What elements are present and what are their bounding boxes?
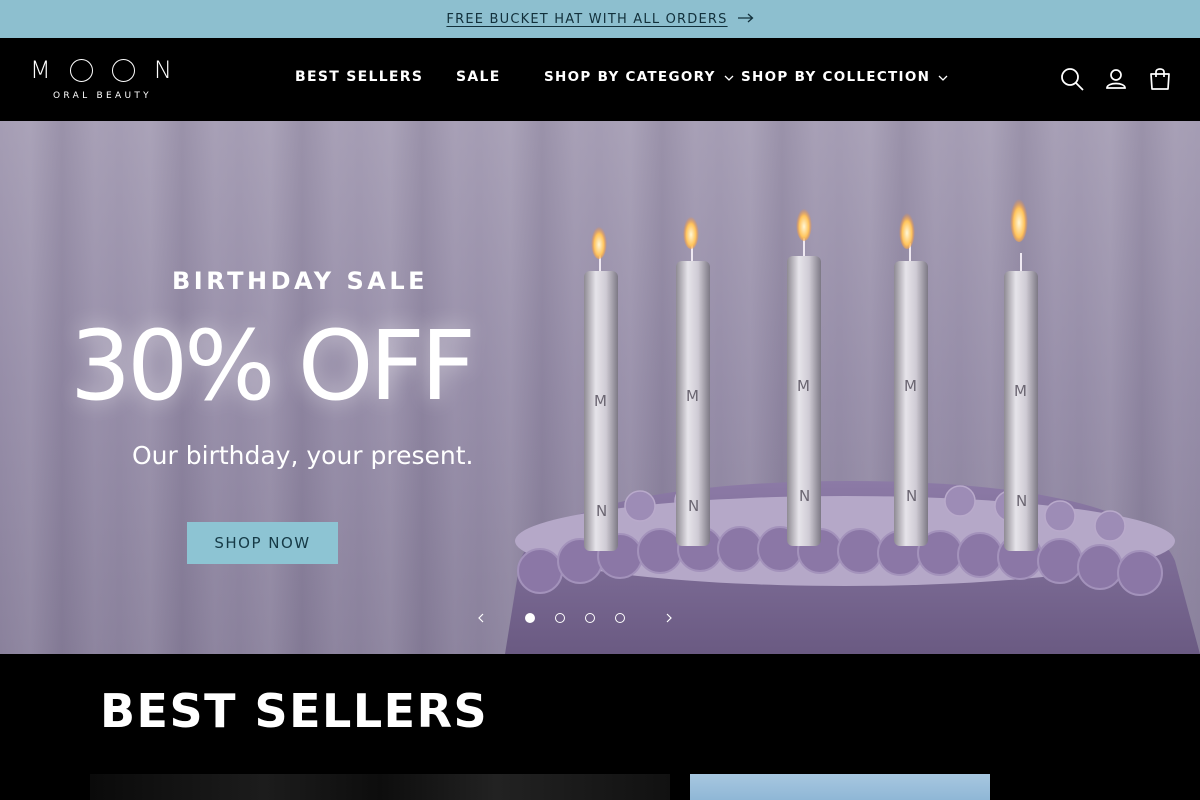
slide-dot-4[interactable]	[615, 613, 625, 623]
arrow-right-icon	[737, 12, 754, 27]
svg-text:N: N	[688, 497, 699, 515]
nav-label: BEST SELLERS	[295, 69, 424, 85]
nav-best-sellers[interactable]: BEST SELLERS	[295, 69, 423, 85]
svg-text:M: M	[594, 392, 607, 410]
nav-shop-by-category[interactable]: SHOP BY CATEGORY	[544, 69, 734, 85]
nav-label: SHOP BY CATEGORY	[544, 69, 716, 85]
cart-icon[interactable]	[1147, 66, 1173, 92]
slide-dot-1[interactable]	[525, 613, 535, 623]
svg-text:N: N	[596, 502, 607, 520]
best-sellers-heading: BEST SELLERS	[100, 684, 489, 738]
chevron-down-icon	[724, 69, 734, 85]
svg-text:M: M	[686, 387, 699, 405]
product-image[interactable]	[90, 774, 670, 800]
product-image[interactable]	[690, 774, 990, 800]
svg-text:N: N	[799, 487, 810, 505]
hero-title: 30% OFF	[70, 310, 476, 422]
nav-sale[interactable]: SALE	[456, 69, 501, 85]
nav-label: SHOP BY COLLECTION	[741, 69, 931, 85]
main-nav: BEST SELLERS SALE SHOP BY CATEGORY SHOP …	[0, 38, 1200, 121]
svg-text:N: N	[1016, 492, 1027, 510]
hero-banner: M M M M M N N N N N BIRTHDAY SALE 30% OFF Our bi…	[0, 121, 1200, 654]
slider-controls	[470, 607, 680, 629]
announcement-link[interactable]: FREE BUCKET HAT WITH ALL ORDERS	[446, 11, 754, 27]
chevron-down-icon	[938, 69, 948, 85]
nav-label: SALE	[456, 69, 501, 85]
hero-kicker: BIRTHDAY SALE	[172, 267, 429, 295]
chevron-left-icon[interactable]	[472, 609, 490, 627]
announcement-text: FREE BUCKET HAT WITH ALL ORDERS	[446, 11, 728, 27]
search-icon[interactable]	[1059, 66, 1085, 92]
account-icon[interactable]	[1103, 66, 1129, 92]
slide-dot-3[interactable]	[585, 613, 595, 623]
site-header: M N ORAL BEAUTY BEST SELLERS SALE SHOP B…	[0, 38, 1200, 121]
slide-dot-2[interactable]	[555, 613, 565, 623]
announcement-bar: FREE BUCKET HAT WITH ALL ORDERS	[0, 0, 1200, 38]
svg-text:N: N	[906, 487, 917, 505]
svg-text:M: M	[904, 377, 917, 395]
shop-now-button[interactable]: SHOP NOW	[187, 522, 338, 564]
svg-text:M: M	[1014, 382, 1027, 400]
hero-subtitle: Our birthday, your present.	[132, 441, 474, 470]
nav-shop-by-collection[interactable]: SHOP BY COLLECTION	[741, 69, 948, 85]
chevron-right-icon[interactable]	[660, 609, 678, 627]
svg-text:M: M	[797, 377, 810, 395]
